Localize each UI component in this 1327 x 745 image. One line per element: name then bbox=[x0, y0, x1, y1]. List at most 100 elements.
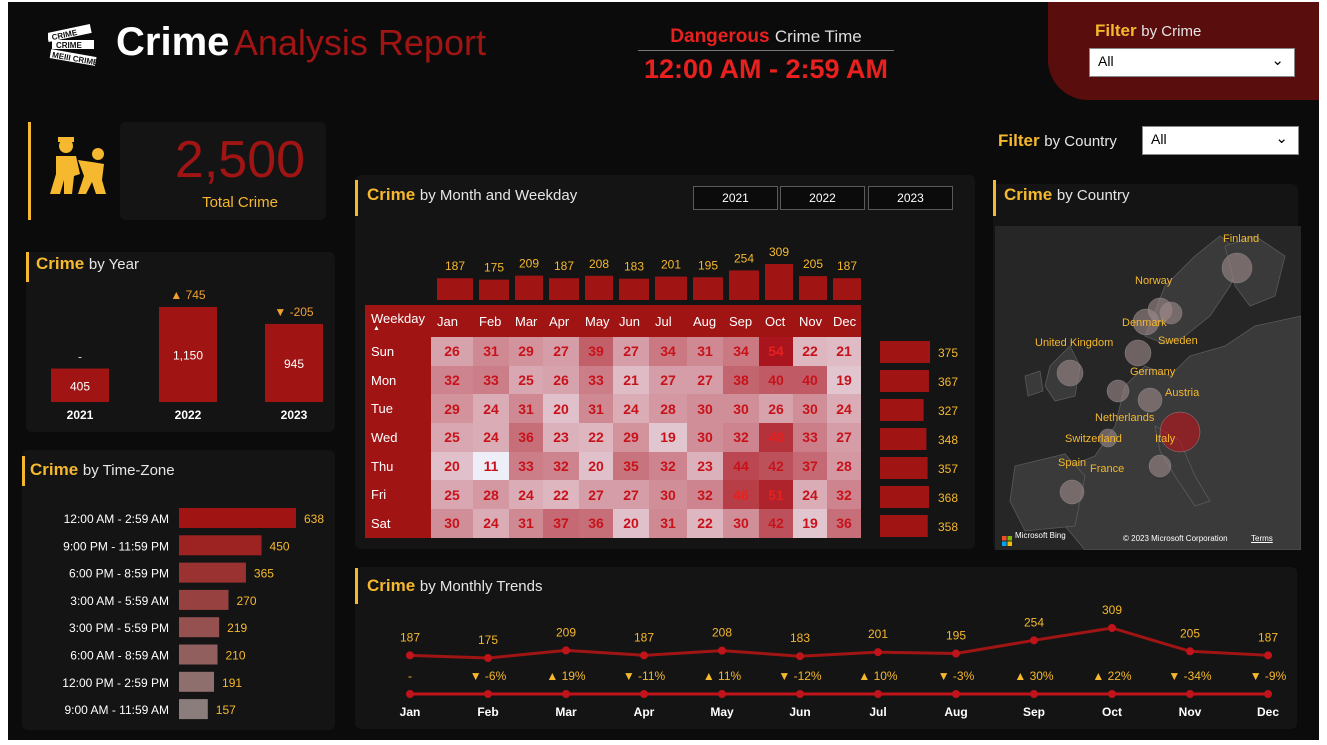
dangerous-time-card: Dangerous Crime Time 12:00 AM - 2:59 AM bbox=[638, 26, 894, 85]
heatmap-month-header[interactable]: Jul bbox=[649, 305, 687, 337]
heatmap-cell: 31 bbox=[579, 394, 613, 424]
country-label: United Kingdom bbox=[1035, 337, 1113, 349]
country-bubble bbox=[1159, 411, 1201, 453]
map-terms-link[interactable]: Terms bbox=[1251, 534, 1273, 543]
change-point bbox=[1108, 690, 1116, 698]
heatmap-month-header[interactable]: Feb bbox=[473, 305, 509, 337]
trend-value-label: 187 bbox=[400, 630, 420, 644]
year-button-2022[interactable]: 2022 bbox=[780, 186, 865, 210]
crime-filter-dropdown[interactable]: All ⌄ bbox=[1089, 48, 1295, 77]
month-total-bar bbox=[515, 275, 543, 300]
heatmap-cell: 51 bbox=[759, 480, 793, 510]
heatmap-cell: 30 bbox=[649, 480, 687, 510]
time-zone-label: 12:00 AM - 2:59 AM bbox=[64, 512, 169, 526]
weekday-total-bar bbox=[880, 486, 930, 508]
change-point bbox=[1186, 690, 1194, 698]
crime-by-year-title: Crime by Year bbox=[36, 254, 139, 274]
month-total-bar bbox=[693, 277, 723, 300]
europe-map[interactable]: Finland Norway Denmark Sweden United Kingdom… bbox=[995, 226, 1301, 550]
month-total-bar bbox=[655, 276, 687, 300]
heatmap-cell: 25 bbox=[431, 423, 473, 452]
country-filter-dropdown[interactable]: All ⌄ bbox=[1142, 126, 1299, 155]
svg-text:MEIII CRIME: MEIII CRIME bbox=[51, 50, 98, 67]
heatmap-month-header[interactable]: Jan bbox=[431, 305, 473, 337]
heatmap-cell: 25 bbox=[431, 480, 473, 510]
year-change-label: ▲ 745 bbox=[170, 288, 206, 302]
change-label: ▲ 19% bbox=[546, 669, 586, 683]
month-total-bar bbox=[585, 275, 613, 300]
crime-by-country-title: Crime by Country bbox=[1004, 185, 1129, 205]
heatmap-cell: 27 bbox=[649, 365, 687, 395]
country-bubble bbox=[1106, 379, 1130, 403]
time-zone-bar bbox=[179, 508, 296, 528]
bing-logo-icon bbox=[1002, 533, 1012, 546]
heatmap-cell: 32 bbox=[431, 365, 473, 395]
heatmap-cell: 32 bbox=[543, 451, 579, 481]
heatmap-month-header[interactable]: Aug bbox=[687, 305, 723, 337]
crime-filter-value: All bbox=[1098, 53, 1114, 69]
month-total-label: 195 bbox=[698, 258, 718, 272]
country-label: Finland bbox=[1223, 233, 1259, 245]
weekday-total-label: 375 bbox=[938, 346, 958, 360]
heatmap-month-header[interactable]: May bbox=[579, 305, 613, 337]
change-point bbox=[874, 690, 882, 698]
change-point bbox=[484, 690, 492, 698]
time-zone-label: 6:00 AM - 8:59 AM bbox=[70, 649, 169, 663]
heatmap-month-header[interactable]: Apr bbox=[543, 305, 579, 337]
heatmap-month-header[interactable]: Mar bbox=[509, 305, 543, 337]
country-label: Netherlands bbox=[1095, 412, 1155, 424]
time-zone-label: 9:00 AM - 11:59 AM bbox=[64, 703, 169, 717]
heatmap-cell: 38 bbox=[723, 365, 759, 395]
trend-point bbox=[1186, 647, 1194, 656]
time-zone-bar bbox=[179, 699, 208, 720]
time-zone-value-label: 270 bbox=[237, 594, 257, 608]
sort-ascending-icon[interactable]: ▲ bbox=[373, 325, 431, 332]
crime-filter-label: Filter by Crime bbox=[1095, 21, 1201, 41]
heatmap-month-header[interactable]: Nov bbox=[793, 305, 827, 337]
year-button-2023[interactable]: 2023 bbox=[868, 186, 953, 210]
time-zone-label: 3:00 AM - 5:59 AM bbox=[70, 594, 169, 608]
trend-value-label: 187 bbox=[634, 630, 654, 644]
heatmap-cell: 19 bbox=[649, 423, 687, 452]
change-label: ▲ 30% bbox=[1014, 669, 1054, 683]
heatmap-row: Wed 25 24 36 23 22 29 19 30 32 48 33 27 bbox=[365, 423, 861, 452]
heatmap-cell: 28 bbox=[827, 451, 861, 481]
heatmap-cell: 20 bbox=[579, 451, 613, 481]
year-button-2021[interactable]: 2021 bbox=[693, 186, 778, 210]
time-zone-bar bbox=[179, 644, 218, 665]
trend-month-label: Nov bbox=[1179, 705, 1202, 719]
heatmap-month-header[interactable]: Dec bbox=[827, 305, 861, 337]
heatmap-month-header[interactable]: Sep bbox=[723, 305, 759, 337]
time-zone-label: 12:00 PM - 2:59 PM bbox=[62, 676, 169, 690]
title-bold: Crime bbox=[36, 254, 85, 273]
trend-month-label: Jul bbox=[869, 705, 886, 719]
heatmap-month-header[interactable]: Oct bbox=[759, 305, 793, 337]
month-total-label: 205 bbox=[803, 257, 823, 271]
country-label: Germany bbox=[1130, 366, 1176, 378]
heatmap-month-header[interactable]: Jun bbox=[613, 305, 649, 337]
heatmap-corner-label[interactable]: Weekday ▲ bbox=[365, 305, 431, 337]
change-label: ▼ -3% bbox=[938, 669, 975, 683]
country-bubble bbox=[1059, 479, 1085, 505]
change-label: ▼ -12% bbox=[778, 669, 822, 683]
weekday-total-bar bbox=[880, 341, 930, 363]
heatmap-cell: 31 bbox=[509, 394, 543, 424]
title-rest: by Year bbox=[88, 256, 139, 273]
crime-heatmap: Weekday ▲ Jan Feb Mar Apr May Jun Jul Aug Sep Oct No… bbox=[365, 305, 861, 538]
weekday-totals-bars: 375 367 327 348 357 368 358 bbox=[880, 341, 958, 537]
heatmap-weekday-label: Sun bbox=[365, 337, 431, 366]
heatmap-cell: 22 bbox=[579, 423, 613, 452]
heatmap-cell: 20 bbox=[431, 451, 473, 481]
change-label: ▲ 11% bbox=[703, 669, 742, 683]
trend-month-label: Aug bbox=[944, 705, 967, 719]
svg-text:CRIME: CRIME bbox=[51, 28, 79, 42]
heatmap-cell: 31 bbox=[649, 509, 687, 538]
dangerous-label-bold: Dangerous bbox=[670, 26, 770, 47]
heatmap-cell: 37 bbox=[543, 509, 579, 538]
crime-filter-label-rest: by Crime bbox=[1141, 23, 1202, 40]
country-label: Sweden bbox=[1158, 335, 1198, 347]
title-rest: by Country bbox=[1056, 187, 1130, 204]
country-label: Switzerland bbox=[1065, 433, 1122, 445]
heatmap-cell: 24 bbox=[613, 394, 649, 424]
police-arrest-icon bbox=[44, 136, 110, 202]
